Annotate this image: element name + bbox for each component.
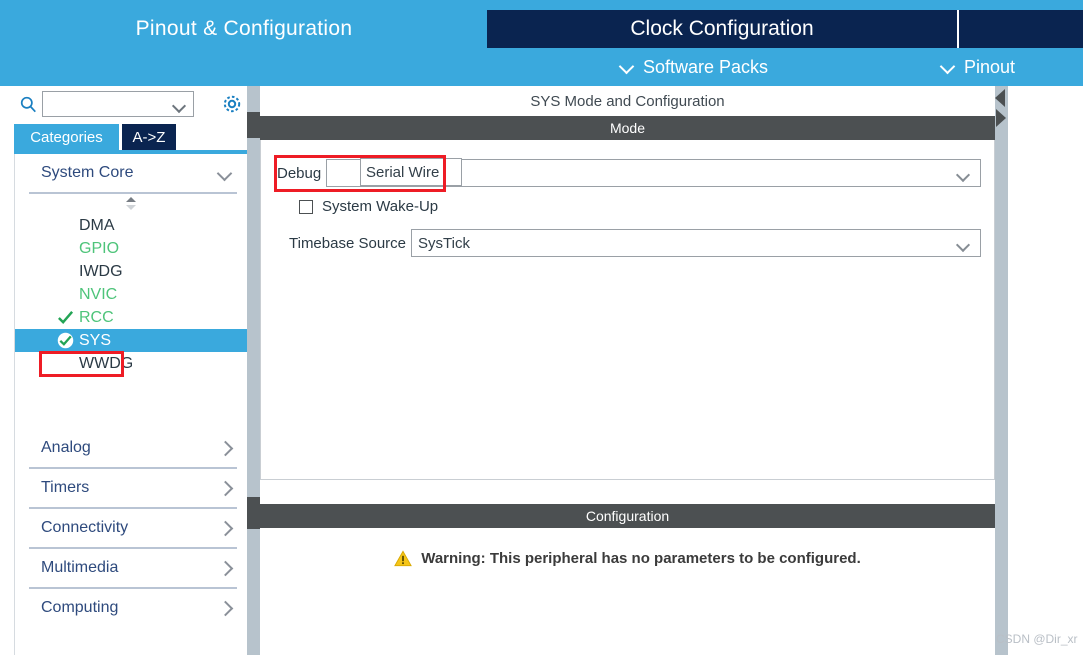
sidebar-category-connectivity[interactable]: Connectivity bbox=[15, 509, 247, 547]
sidebar-scrollbar-thumb[interactable] bbox=[247, 112, 260, 138]
chevron-down-icon[interactable] bbox=[958, 240, 970, 248]
right-blank-area bbox=[1008, 86, 1083, 655]
annotation-box-debug bbox=[274, 155, 446, 192]
configuration-section-header-label: Configuration bbox=[585, 508, 670, 524]
section-spacer bbox=[260, 480, 995, 504]
sidebar-category-analog-label: Analog bbox=[41, 439, 91, 456]
peripheral-item-nvic[interactable]: NVIC bbox=[15, 283, 247, 306]
mode-section-header: Mode bbox=[260, 116, 995, 140]
peripheral-item-nvic-label: NVIC bbox=[79, 285, 118, 303]
scroll-down-icon[interactable] bbox=[126, 205, 136, 210]
category-list: System Core DMA GPIO IWDG NVIC RCC SYS W… bbox=[14, 154, 247, 655]
tab-divider bbox=[957, 10, 959, 48]
search-input[interactable] bbox=[42, 91, 194, 117]
list-scroll-spinner[interactable] bbox=[15, 194, 247, 214]
system-wakeup-checkbox[interactable] bbox=[299, 199, 313, 214]
chevron-down-icon bbox=[217, 165, 233, 181]
peripheral-item-dma-label: DMA bbox=[79, 216, 115, 234]
peripheral-item-iwdg-label: IWDG bbox=[79, 262, 123, 280]
peripheral-item-iwdg[interactable]: IWDG bbox=[15, 260, 247, 283]
collapse-right-arrow-icon[interactable] bbox=[996, 109, 1006, 127]
timebase-label: Timebase Source bbox=[289, 234, 406, 252]
chevron-down-icon[interactable] bbox=[958, 170, 970, 178]
top-accent-strip bbox=[0, 0, 1083, 10]
menu-software-packs[interactable]: Software Packs bbox=[620, 48, 768, 86]
sidebar-category-analog[interactable]: Analog bbox=[15, 429, 247, 467]
tab-categories-label: Categories bbox=[30, 128, 103, 146]
warning-message: Warning: This peripheral has no paramete… bbox=[260, 550, 995, 567]
chevron-right-icon bbox=[217, 480, 233, 496]
checked-circle-icon bbox=[57, 332, 74, 349]
sidebar-category-system-core[interactable]: System Core bbox=[15, 154, 247, 192]
chevron-right-icon bbox=[217, 600, 233, 616]
chevron-right-icon bbox=[217, 560, 233, 576]
gear-icon[interactable] bbox=[220, 92, 244, 116]
mode-section-header-label: Mode bbox=[609, 120, 646, 136]
top-tab-bar: Pinout & Configuration Clock Configurati… bbox=[0, 0, 1083, 86]
peripheral-item-gpio[interactable]: GPIO bbox=[15, 237, 247, 260]
page-title-label: SYS Mode and Configuration bbox=[530, 92, 725, 110]
configuration-section-header: Configuration bbox=[260, 504, 995, 528]
peripheral-item-sys[interactable]: SYS bbox=[15, 329, 247, 352]
sidebar-category-system-core-label: System Core bbox=[41, 164, 134, 181]
tab-right-dark-area bbox=[959, 10, 1083, 48]
sidebar-category-multimedia[interactable]: Multimedia bbox=[15, 549, 247, 587]
scroll-up-icon[interactable] bbox=[126, 197, 136, 202]
search-icon bbox=[20, 96, 36, 113]
annotation-box-sys bbox=[39, 351, 124, 377]
panel-collapse-controls[interactable] bbox=[993, 88, 1009, 130]
sidebar-category-timers-label: Timers bbox=[41, 479, 90, 496]
stm32cubemx-window: Pinout & Configuration Clock Configurati… bbox=[0, 0, 1083, 655]
collapse-left-arrow-icon[interactable] bbox=[995, 89, 1005, 107]
configuration-section-body: Warning: This peripheral has no paramete… bbox=[260, 528, 995, 655]
sub-menu-bar bbox=[0, 48, 1083, 86]
sidebar-scrollbar-track[interactable] bbox=[247, 86, 260, 655]
tab-a-to-z[interactable]: A->Z bbox=[122, 124, 176, 150]
tab-clock-configuration-label: Clock Configuration bbox=[630, 17, 814, 40]
menu-pinout[interactable]: Pinout bbox=[941, 48, 1015, 86]
warning-triangle-icon bbox=[394, 550, 413, 567]
sidebar-category-computing[interactable]: Computing bbox=[15, 589, 247, 627]
tab-pinout-and-configuration[interactable]: Pinout & Configuration bbox=[8, 10, 480, 48]
watermark: CSDN @Dir_xr bbox=[996, 632, 1078, 646]
sidebar-tabs: Categories A->Z bbox=[14, 124, 247, 150]
tab-categories[interactable]: Categories bbox=[14, 124, 119, 150]
menu-software-packs-label: Software Packs bbox=[643, 56, 769, 77]
timebase-select-value: SysTick bbox=[418, 234, 470, 252]
peripheral-item-rcc[interactable]: RCC bbox=[15, 306, 247, 329]
right-collapse-strip[interactable] bbox=[995, 86, 1008, 655]
warning-message-label: Warning: This peripheral has no paramete… bbox=[421, 550, 861, 567]
system-wakeup-label: System Wake-Up bbox=[322, 198, 439, 215]
sidebar-category-multimedia-label: Multimedia bbox=[41, 559, 119, 576]
system-wakeup-row[interactable]: System Wake-Up bbox=[299, 198, 438, 215]
search-row bbox=[0, 86, 247, 122]
tab-pinout-and-configuration-label: Pinout & Configuration bbox=[135, 17, 353, 40]
peripheral-item-sys-label: SYS bbox=[79, 331, 112, 349]
chevron-right-icon bbox=[217, 520, 233, 536]
timebase-row: Timebase Source SysTick bbox=[289, 228, 981, 258]
chevron-right-icon bbox=[217, 440, 233, 456]
sidebar-category-computing-label: Computing bbox=[41, 599, 119, 616]
peripheral-item-dma[interactable]: DMA bbox=[15, 214, 247, 237]
menu-pinout-label: Pinout bbox=[964, 56, 1016, 77]
peripheral-item-gpio-label: GPIO bbox=[79, 239, 120, 257]
tab-a-to-z-label: A->Z bbox=[132, 128, 166, 146]
sidebar-category-connectivity-label: Connectivity bbox=[41, 519, 129, 536]
sidebar-scrollbar-thumb-lower[interactable] bbox=[247, 497, 260, 529]
tab-clock-configuration[interactable]: Clock Configuration bbox=[487, 10, 957, 48]
page-title: SYS Mode and Configuration bbox=[260, 86, 995, 116]
chevron-down-icon[interactable] bbox=[174, 101, 185, 108]
peripheral-item-rcc-label: RCC bbox=[79, 308, 114, 326]
sidebar-category-timers[interactable]: Timers bbox=[15, 469, 247, 507]
timebase-select[interactable]: SysTick bbox=[411, 229, 981, 257]
checkmark-icon bbox=[58, 311, 74, 325]
chevron-down-icon bbox=[620, 60, 634, 74]
chevron-down-icon bbox=[941, 60, 955, 74]
